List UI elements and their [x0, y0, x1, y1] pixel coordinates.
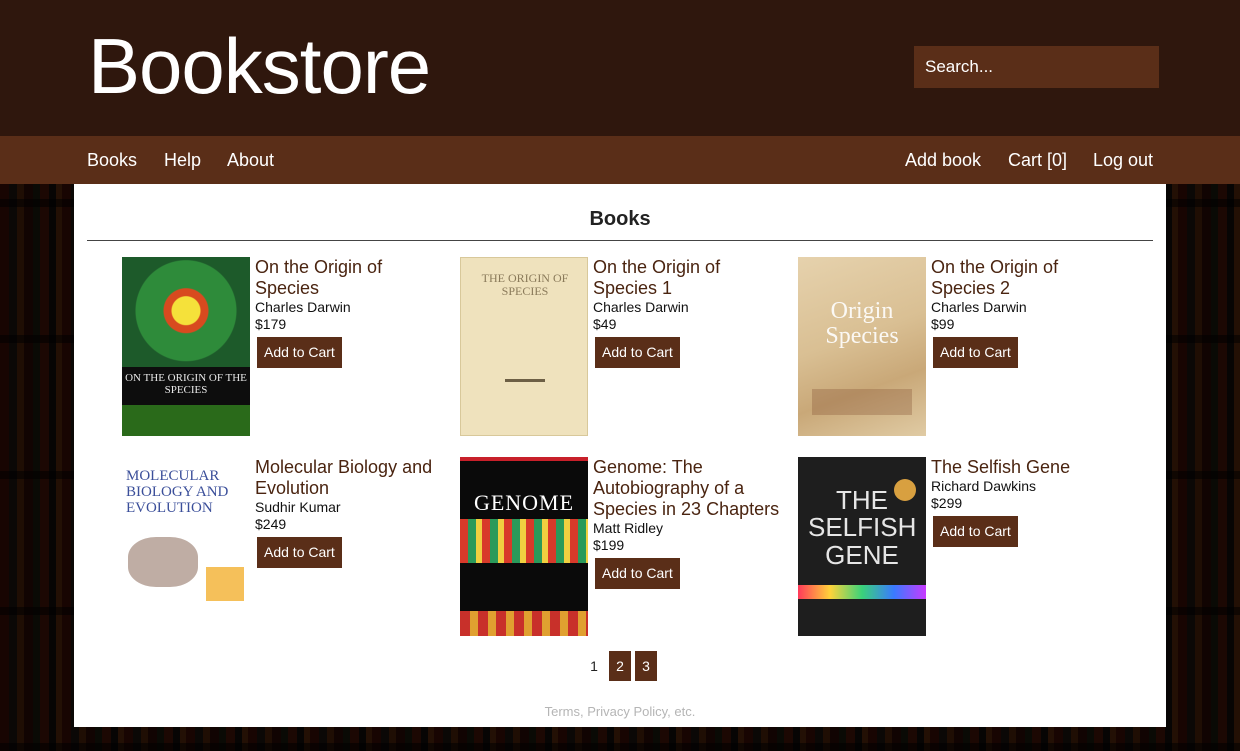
footer-terms-link[interactable]: Terms, Privacy Policy, etc.: [74, 704, 1166, 719]
book-info: The Selfish Gene Richard Dawkins $299 Ad…: [931, 457, 1121, 547]
cover-art: [128, 537, 198, 587]
cover-text: GENOME: [473, 490, 575, 515]
book-price: $99: [931, 316, 955, 332]
book-price: $179: [255, 316, 287, 332]
book-author: Charles Darwin: [931, 299, 1027, 315]
nav-help[interactable]: Help: [164, 150, 201, 170]
cover-art: [460, 519, 588, 563]
pagination: 1 2 3: [74, 651, 1166, 681]
book-cover-image[interactable]: THE ORIGIN OF SPECIES: [460, 257, 588, 436]
nav-add-book[interactable]: Add book: [905, 150, 981, 170]
book-author: Charles Darwin: [255, 299, 351, 315]
cover-art: [798, 585, 926, 599]
book-cover-image[interactable]: MOLECULAR BIOLOGY AND EVOLUTION: [122, 457, 250, 636]
nav-log-out[interactable]: Log out: [1093, 150, 1153, 170]
book-cover-image[interactable]: GENOME: [460, 457, 588, 636]
book-price: $299: [931, 495, 963, 511]
page-title: Books: [589, 208, 651, 230]
book-cover-image[interactable]: THE SELFISH GENE: [798, 457, 926, 636]
add-to-cart-button[interactable]: Add to Cart: [933, 516, 1018, 547]
book-title[interactable]: On the Origin of Species: [255, 257, 445, 299]
book-title[interactable]: Genome: The Autobiography of a Species i…: [593, 457, 783, 520]
site-header: Bookstore: [0, 0, 1240, 136]
book-info: On the Origin of Species Charles Darwin …: [255, 257, 445, 368]
cover-art: [122, 405, 250, 436]
title-divider: [87, 240, 1153, 241]
main-content: Books ON THE ORIGIN OF THE SPECIES On th…: [74, 184, 1166, 727]
add-to-cart-button[interactable]: Add to Cart: [933, 337, 1018, 368]
book-title[interactable]: The Selfish Gene: [931, 457, 1121, 478]
book-title[interactable]: On the Origin of Species 1: [593, 257, 783, 299]
cover-text: Origin Species: [825, 298, 899, 350]
book-price: $199: [593, 537, 625, 553]
page-current: 1: [590, 658, 598, 674]
book-price: $49: [593, 316, 617, 332]
nav-about[interactable]: About: [227, 150, 274, 170]
search-input[interactable]: [914, 46, 1159, 88]
book-cover-image[interactable]: Origin Species: [798, 257, 926, 436]
book-info: On the Origin of Species 2 Charles Darwi…: [931, 257, 1121, 368]
nav-cart[interactable]: Cart [0]: [1008, 150, 1067, 170]
add-to-cart-button[interactable]: Add to Cart: [595, 558, 680, 589]
page-link-3[interactable]: 3: [635, 651, 657, 681]
main-nav: Books Help About Add book Cart [0] Log o…: [0, 136, 1240, 184]
book-author: Charles Darwin: [593, 299, 689, 315]
book-author: Matt Ridley: [593, 520, 664, 536]
cover-art: [206, 567, 244, 601]
cover-art: [812, 389, 912, 415]
nav-books[interactable]: Books: [87, 150, 137, 170]
book-info: Genome: The Autobiography of a Species i…: [593, 457, 783, 589]
book-price: $249: [255, 516, 287, 532]
book-title[interactable]: On the Origin of Species 2: [931, 257, 1121, 299]
site-logo[interactable]: Bookstore: [88, 22, 431, 110]
cover-art: [894, 479, 916, 501]
add-to-cart-button[interactable]: Add to Cart: [257, 537, 342, 568]
book-info: Molecular Biology and Evolution Sudhir K…: [255, 457, 445, 568]
book-author: Richard Dawkins: [931, 478, 1037, 494]
book-title[interactable]: Molecular Biology and Evolution: [255, 457, 445, 499]
page-link-2[interactable]: 2: [609, 651, 631, 681]
add-to-cart-button[interactable]: Add to Cart: [595, 337, 680, 368]
cover-art: [460, 611, 588, 636]
add-to-cart-button[interactable]: Add to Cart: [257, 337, 342, 368]
book-info: On the Origin of Species 1 Charles Darwi…: [593, 257, 783, 368]
cover-text: ON THE ORIGIN OF THE SPECIES: [122, 367, 250, 405]
cover-art: [505, 358, 545, 382]
book-cover-image[interactable]: ON THE ORIGIN OF THE SPECIES: [122, 257, 250, 436]
book-author: Sudhir Kumar: [255, 499, 341, 515]
cover-text: THE ORIGIN OF SPECIES: [481, 271, 569, 298]
cover-text: MOLECULAR BIOLOGY AND EVOLUTION: [126, 468, 229, 516]
